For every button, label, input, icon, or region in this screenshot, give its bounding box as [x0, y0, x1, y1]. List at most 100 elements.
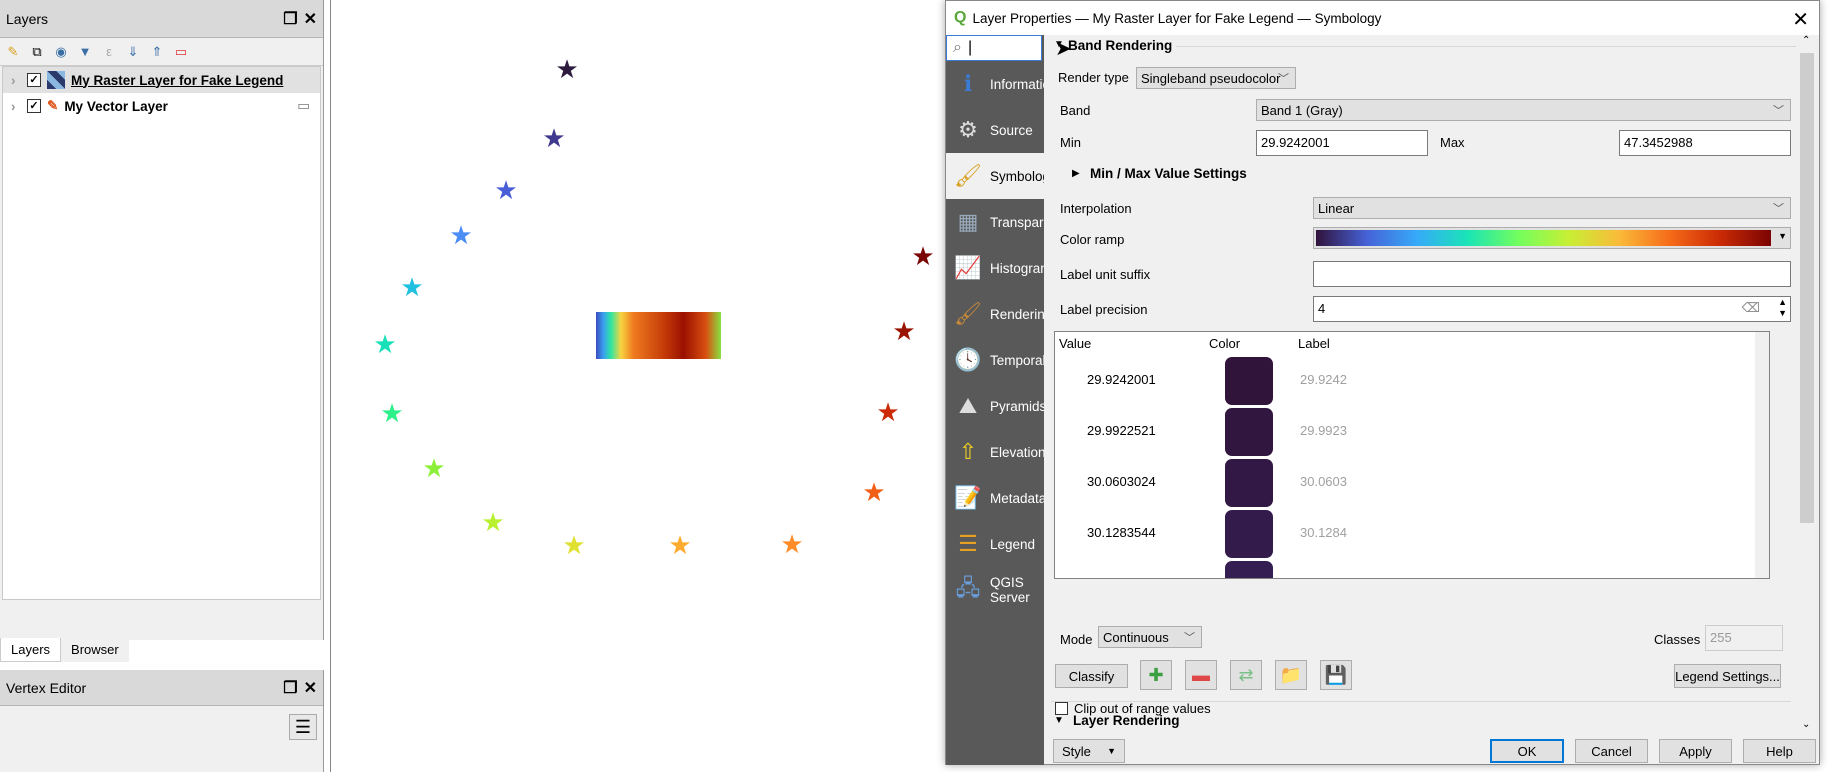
style-manager-icon[interactable]: ✎ [4, 43, 22, 61]
row-label[interactable]: 30.0603 [1300, 474, 1347, 489]
clip-checkbox[interactable] [1055, 702, 1068, 715]
close-icon[interactable]: ✕ [304, 678, 317, 698]
label-unit-suffix-input[interactable] [1313, 261, 1791, 287]
search-icon: ⌕ [953, 39, 962, 56]
sidebar-item-elevation[interactable]: ⇧ Elevation [946, 429, 1044, 475]
row-color-swatch[interactable] [1225, 357, 1273, 405]
band-select[interactable]: Band 1 (Gray) ﹀ [1256, 99, 1791, 121]
table-row[interactable]: 30.1283544 30.1284 [1055, 507, 1755, 558]
clear-icon[interactable]: ⌫ [1742, 300, 1760, 316]
row-value[interactable]: 29.9922521 [1087, 423, 1156, 438]
label-precision-spinbox[interactable]: 4 ⌫ ▲ ▼ [1313, 296, 1791, 322]
column-header-value[interactable]: Value [1059, 336, 1091, 351]
help-button[interactable]: Help [1743, 739, 1816, 763]
sidebar-item-label: Symbology [990, 168, 1044, 184]
menu-icon[interactable]: ☰ [289, 714, 317, 740]
sidebar-item-metadata[interactable]: 📝 Metadata [946, 475, 1044, 521]
style-menu-button[interactable]: Style ▼ [1053, 739, 1125, 763]
map-canvas[interactable]: ★ ★ ★ ★ ★ ★ ★ ★ ★ ★ ★ ★ ★ ★ ★ ★ [330, 0, 950, 772]
layers-panel-title: Layers [6, 10, 49, 27]
column-header-label[interactable]: Label [1298, 336, 1330, 351]
minmax-settings-toggle[interactable]: Min / Max Value Settings [1090, 166, 1247, 181]
classes-spinbox[interactable]: 255 [1705, 625, 1783, 651]
style-label: Style [1062, 743, 1091, 759]
remove-layer-icon[interactable]: ▭ [172, 43, 190, 61]
layer-item-raster[interactable]: › ✓ My Raster Layer for Fake Legend [3, 67, 320, 93]
row-value[interactable]: 30.0603024 [1087, 474, 1156, 489]
sidebar-item-histogram[interactable]: 📈 Histogram [946, 245, 1044, 291]
row-color-swatch[interactable] [1225, 510, 1273, 558]
table-row[interactable]: 29.9922521 29.9923 [1055, 405, 1755, 456]
mouse-cursor-icon: ➤ [1055, 38, 1072, 60]
apply-button[interactable]: Apply [1659, 739, 1732, 763]
sidebar-item-symbology[interactable]: 🖌 Symbology [946, 153, 1044, 199]
row-label[interactable]: 29.9923 [1300, 423, 1347, 438]
layer-indicator-icon[interactable]: ▭ [297, 98, 310, 114]
float-icon[interactable]: ❐ [283, 9, 297, 29]
row-color-swatch[interactable] [1225, 408, 1273, 456]
spin-arrows-icon[interactable]: ▲ ▼ [1778, 297, 1787, 319]
collapse-all-icon[interactable]: ⇑ [148, 43, 166, 61]
column-header-color[interactable]: Color [1209, 336, 1240, 351]
reverse-button[interactable]: ⇄ [1230, 660, 1262, 690]
scroll-down-icon[interactable]: ⌄ [1802, 719, 1810, 730]
mode-select[interactable]: Continuous ﹀ [1098, 626, 1202, 648]
expand-icon[interactable]: › [11, 99, 21, 114]
dialog-scrollbar[interactable]: ⌃ ⌄ [1799, 35, 1815, 730]
label-precision-label: Label precision [1060, 302, 1148, 317]
visibility-icon[interactable]: ◉ [52, 43, 70, 61]
table-row[interactable]: 30.0603024 30.0603 [1055, 456, 1755, 507]
classify-button[interactable]: Classify [1055, 664, 1128, 688]
expand-all-icon[interactable]: ⇓ [124, 43, 142, 61]
row-label[interactable]: 30.1284 [1300, 525, 1347, 540]
filter-icon[interactable]: ▼ [76, 43, 94, 61]
ok-button[interactable]: OK [1490, 739, 1564, 763]
sidebar-item-temporal[interactable]: 🕓 Temporal [946, 337, 1044, 383]
layer-visibility-checkbox[interactable]: ✓ [27, 73, 41, 87]
load-button[interactable]: 📁 [1275, 660, 1307, 690]
cancel-button[interactable]: Cancel [1575, 739, 1648, 763]
layer-visibility-checkbox[interactable]: ✓ [27, 99, 41, 113]
scroll-thumb[interactable] [1800, 53, 1814, 523]
float-icon[interactable]: ❐ [283, 678, 297, 698]
tab-layers[interactable]: Layers [0, 638, 62, 662]
add-group-icon[interactable]: ⧉ [28, 43, 46, 61]
row-color-swatch[interactable] [1225, 459, 1273, 507]
row-value[interactable]: 30.1283544 [1087, 525, 1156, 540]
close-icon[interactable]: ✕ [304, 9, 317, 29]
min-input[interactable]: 29.9242001 [1256, 130, 1428, 156]
add-entry-button[interactable]: ✚ [1140, 660, 1172, 690]
tab-browser[interactable]: Browser [61, 638, 129, 662]
save-button[interactable]: 💾 [1320, 660, 1352, 690]
row-label[interactable]: 29.9242 [1300, 372, 1347, 387]
expand-icon[interactable]: ▶ [1072, 168, 1080, 179]
row-color-swatch[interactable] [1225, 561, 1273, 578]
table-scrollbar[interactable] [1755, 332, 1769, 578]
collapse-icon[interactable]: ▼ [1054, 715, 1064, 726]
expression-filter-icon[interactable]: ε [100, 43, 118, 61]
source-icon: ⚙ [958, 117, 978, 142]
sidebar-item-information[interactable]: ℹ Information [946, 61, 1044, 107]
sidebar-item-legend[interactable]: ☰ Legend [946, 521, 1044, 567]
dropdown-arrow-icon[interactable]: ▼ [1778, 231, 1787, 241]
sidebar-item-pyramids[interactable]: ⛰ Pyramids [946, 383, 1044, 429]
close-icon[interactable]: ✕ [1792, 7, 1809, 32]
search-input[interactable]: ⌕ | [946, 35, 1042, 61]
render-type-select[interactable]: Singleband pseudocolor ﹀ [1136, 67, 1296, 89]
expand-icon[interactable]: › [11, 73, 21, 88]
max-input[interactable]: 47.3452988 [1619, 130, 1791, 156]
row-value[interactable]: 29.9242001 [1087, 372, 1156, 387]
color-map-table: Value Color Label 29.9242001 29.9242 29.99… [1054, 331, 1770, 579]
sidebar-item-source[interactable]: ⚙ Source [946, 107, 1044, 153]
sidebar-item-rendering[interactable]: 🖌 Rendering [946, 291, 1044, 337]
sidebar-item-transparency[interactable]: ▦ Transparency [946, 199, 1044, 245]
table-row[interactable] [1055, 558, 1755, 578]
table-row[interactable]: 29.9242001 29.9242 [1055, 354, 1755, 405]
sidebar-item-qgis-server[interactable]: 🖧 QGIS Server [946, 567, 1044, 613]
scroll-up-icon[interactable]: ⌃ [1802, 35, 1810, 46]
interpolation-select[interactable]: Linear ﹀ [1313, 197, 1791, 219]
legend-settings-button[interactable]: Legend Settings... [1674, 664, 1781, 688]
color-ramp-button[interactable]: ▼ [1313, 227, 1791, 249]
layer-item-vector[interactable]: › ✓ ✎ My Vector Layer ▭ [3, 93, 320, 119]
remove-entry-button[interactable]: ▬ [1185, 660, 1217, 690]
